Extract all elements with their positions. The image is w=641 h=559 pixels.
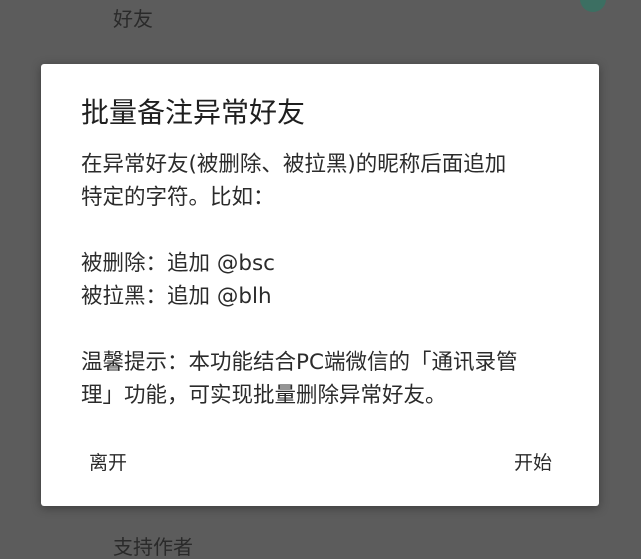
message-line-blocked-suffix: 被拉黑：追加 @blh bbox=[81, 284, 272, 309]
background-list-item-friends: 好友 bbox=[113, 7, 153, 31]
message-line-deleted-suffix: 被删除：追加 @bsc bbox=[81, 251, 276, 276]
dialog-title: 批量备注异常好友 bbox=[81, 96, 306, 129]
dialog-message: 在异常好友(被删除、被拉黑)的昵称后面追加 特定的字符。比如： 被删除：追加 @… bbox=[81, 148, 571, 412]
leave-button[interactable]: 离开 bbox=[89, 449, 127, 477]
message-line: 在异常好友(被删除、被拉黑)的昵称后面追加 bbox=[81, 152, 507, 177]
message-tip-line: 理」功能，可实现批量删除异常好友。 bbox=[81, 383, 447, 408]
batch-remark-dialog: 批量备注异常好友 在异常好友(被删除、被拉黑)的昵称后面追加 特定的字符。比如：… bbox=[41, 64, 599, 506]
start-button[interactable]: 开始 bbox=[514, 449, 552, 477]
message-line: 特定的字符。比如： bbox=[81, 185, 275, 210]
message-tip-line: 温馨提示：本功能结合PC端微信的「通讯录管 bbox=[81, 350, 518, 375]
background-list-item-support-author: 支持作者 bbox=[113, 535, 193, 559]
corner-avatar-icon bbox=[580, 0, 606, 12]
